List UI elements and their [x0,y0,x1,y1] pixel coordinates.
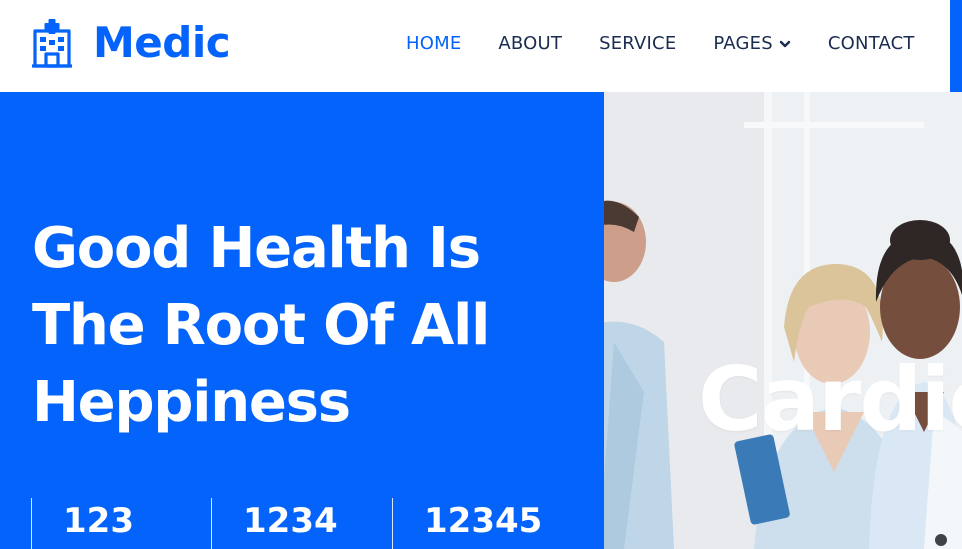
hero-title: Good Health Is The Root Of All Heppiness [32,210,572,441]
stat-value: 123 [63,501,134,541]
doctors-photo [604,92,962,549]
site-header: Medic HOME ABOUT SERVICE PAGES CONTACT [0,0,962,92]
brand-name: Medic [93,18,231,67]
nav-link-contact[interactable]: CONTACT [828,32,915,56]
nav-link-home[interactable]: HOME [406,32,461,56]
header-accent-bar [950,0,962,92]
stat-value: 12345 [424,501,543,541]
hero-stats: 123 1234 12345 [0,496,604,549]
carousel-caption: Cardio [698,348,962,451]
hero-title-line: Heppiness [32,370,351,435]
brand-logo-link[interactable]: Medic [31,18,231,68]
nav-dropdown-pages[interactable]: PAGES [713,32,791,56]
stat-item: 12345 [392,498,582,549]
stat-value: 1234 [243,501,338,541]
hero-title-line: The Root Of All [32,293,490,358]
hospital-icon [32,19,72,68]
hero-title-line: Good Health Is [32,216,481,281]
hero-carousel[interactable]: Cardio [604,92,962,549]
nav-link-service[interactable]: SERVICE [599,32,676,56]
nav-dropdown-pages-label: PAGES [713,33,773,54]
stat-item: 123 [31,498,211,549]
main-navigation: HOME ABOUT SERVICE PAGES CONTACT [406,32,915,56]
hero-panel: Good Health Is The Root Of All Heppiness… [0,92,604,549]
chevron-down-icon [779,40,791,48]
nav-link-about[interactable]: ABOUT [498,32,562,56]
stat-item: 1234 [211,498,392,549]
